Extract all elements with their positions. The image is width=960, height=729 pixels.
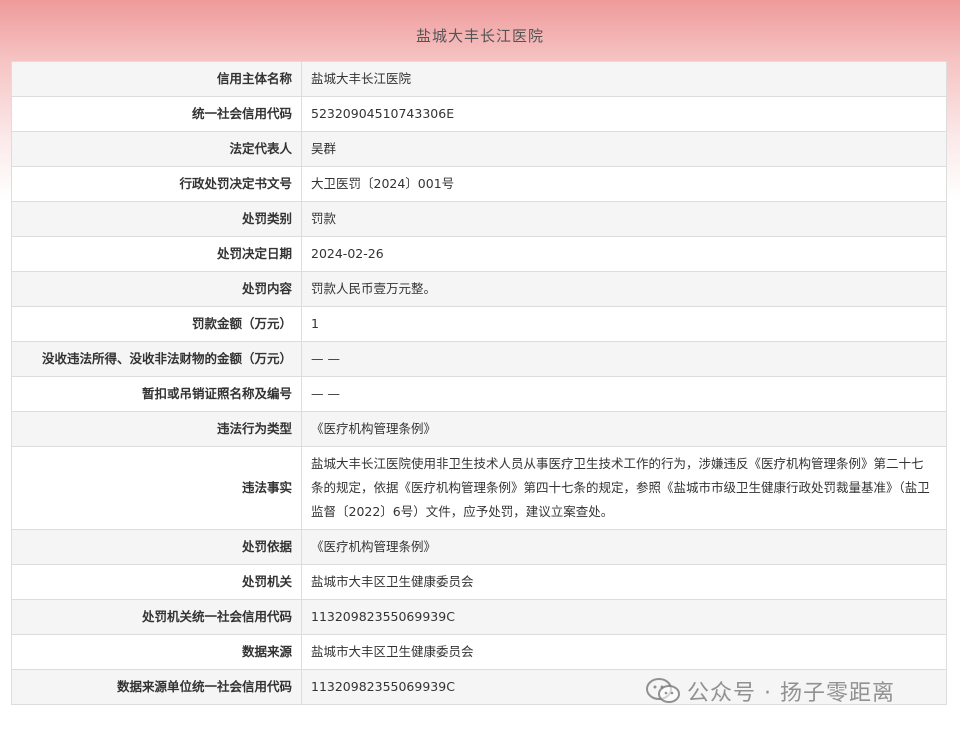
- table-row: 处罚机关 盐城市大丰区卫生健康委员会: [11, 564, 947, 600]
- row-value: — —: [301, 341, 947, 377]
- table-row: 罚款金额（万元） 1: [11, 306, 947, 342]
- row-label: 数据来源: [11, 634, 302, 670]
- row-label: 统一社会信用代码: [11, 96, 302, 132]
- row-label: 处罚依据: [11, 529, 302, 565]
- row-label: 暂扣或吊销证照名称及编号: [11, 376, 302, 412]
- watermark-text: 公众号 · 扬子零距离: [687, 681, 895, 706]
- table-row: 没收违法所得、没收非法财物的金额（万元） — —: [11, 341, 947, 377]
- info-table: 信用主体名称 盐城大丰长江医院 统一社会信用代码 523209045107433…: [11, 61, 947, 705]
- table-row: 暂扣或吊销证照名称及编号 — —: [11, 376, 947, 412]
- row-value: 《医疗机构管理条例》: [301, 529, 947, 565]
- table-row: 违法事实 盐城大丰长江医院使用非卫生技术人员从事医疗卫生技术工作的行为，涉嫌违反…: [11, 446, 947, 530]
- table-row: 信用主体名称 盐城大丰长江医院: [11, 61, 947, 97]
- row-label: 数据来源单位统一社会信用代码: [11, 669, 302, 705]
- row-value: — —: [301, 376, 947, 412]
- table-row: 数据来源 盐城市大丰区卫生健康委员会: [11, 634, 947, 670]
- row-value: 罚款人民币壹万元整。: [301, 271, 947, 307]
- table-row: 处罚内容 罚款人民币壹万元整。: [11, 271, 947, 307]
- row-value: 大卫医罚〔2024〕001号: [301, 166, 947, 202]
- row-label: 罚款金额（万元）: [11, 306, 302, 342]
- row-label: 处罚决定日期: [11, 236, 302, 272]
- row-value: 罚款: [301, 201, 947, 237]
- table-row: 处罚决定日期 2024-02-26: [11, 236, 947, 272]
- row-value: 盐城大丰长江医院: [301, 61, 947, 97]
- table-row: 处罚机关统一社会信用代码 11320982355069939C: [11, 599, 947, 635]
- row-value: 吴群: [301, 131, 947, 167]
- row-value: 《医疗机构管理条例》: [301, 411, 947, 447]
- table-row: 统一社会信用代码 52320904510743306E: [11, 96, 947, 132]
- row-label: 处罚类别: [11, 201, 302, 237]
- wechat-icon: [646, 678, 680, 703]
- table-row: 处罚类别 罚款: [11, 201, 947, 237]
- row-value: 盐城大丰长江医院使用非卫生技术人员从事医疗卫生技术工作的行为，涉嫌违反《医疗机构…: [301, 446, 947, 530]
- row-value: 52320904510743306E: [301, 96, 947, 132]
- row-label: 违法事实: [11, 446, 302, 530]
- row-label: 处罚机关统一社会信用代码: [11, 599, 302, 635]
- page-title: 盐城大丰长江医院: [415, 27, 544, 45]
- table-row: 法定代表人 吴群: [11, 131, 947, 167]
- watermark: 公众号 · 扬子零距离: [645, 675, 895, 707]
- row-label: 行政处罚决定书文号: [11, 166, 302, 202]
- row-label: 法定代表人: [11, 131, 302, 167]
- table-row: 行政处罚决定书文号 大卫医罚〔2024〕001号: [11, 166, 947, 202]
- row-value: 11320982355069939C: [301, 599, 947, 635]
- row-value: 2024-02-26: [301, 236, 947, 272]
- row-label: 处罚内容: [11, 271, 302, 307]
- row-label: 处罚机关: [11, 564, 302, 600]
- table-row: 处罚依据 《医疗机构管理条例》: [11, 529, 947, 565]
- row-value: 盐城市大丰区卫生健康委员会: [301, 634, 947, 670]
- row-value: 盐城市大丰区卫生健康委员会: [301, 564, 947, 600]
- row-value: 1: [301, 306, 947, 342]
- row-label: 没收违法所得、没收非法财物的金额（万元）: [11, 341, 302, 377]
- row-label: 信用主体名称: [11, 61, 302, 97]
- row-label: 违法行为类型: [11, 411, 302, 447]
- table-row: 违法行为类型 《医疗机构管理条例》: [11, 411, 947, 447]
